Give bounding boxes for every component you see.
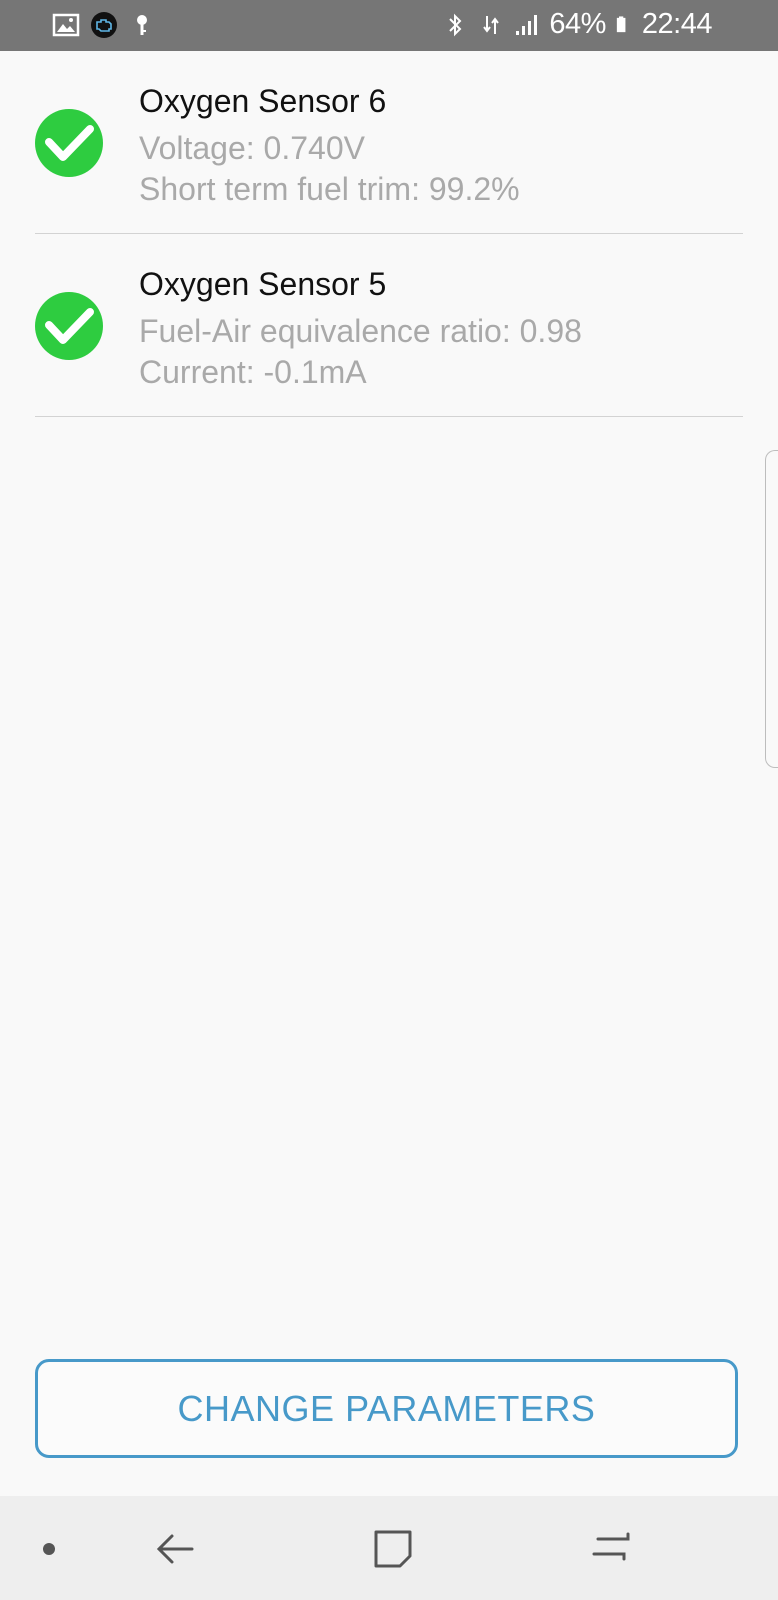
engine-icon xyxy=(91,12,117,38)
status-bar-system: 64% 22:44 xyxy=(441,8,713,41)
recents-icon[interactable] xyxy=(588,1526,634,1572)
list-item[interactable]: Oxygen Sensor 6 Voltage: 0.740V Short te… xyxy=(35,51,743,234)
change-parameters-button[interactable]: CHANGE PARAMETERS xyxy=(35,1359,738,1458)
checkmark-circle-icon xyxy=(35,292,103,360)
battery-icon xyxy=(616,15,626,32)
checkmark-circle-icon xyxy=(35,109,103,177)
status-bar: 64% 22:44 xyxy=(0,0,778,51)
sensor-reading: Voltage: 0.740V xyxy=(139,130,365,166)
sensor-title: Oxygen Sensor 5 xyxy=(139,266,387,302)
sensor-reading: Short term fuel trim: 99.2% xyxy=(139,171,520,207)
home-icon[interactable] xyxy=(370,1526,416,1572)
bluetooth-icon xyxy=(449,13,462,36)
sensor-reading: Current: -0.1mA xyxy=(139,354,367,390)
edge-panel-handle[interactable] xyxy=(765,450,778,768)
change-parameters-label: CHANGE PARAMETERS xyxy=(177,1387,596,1429)
sensor-list: Oxygen Sensor 6 Voltage: 0.740V Short te… xyxy=(0,51,778,417)
clock: 22:44 xyxy=(641,8,713,40)
battery-percentage: 64% xyxy=(549,8,606,40)
list-item[interactable]: Oxygen Sensor 5 Fuel-Air equivalence rat… xyxy=(35,234,743,417)
back-icon[interactable] xyxy=(152,1526,198,1572)
key-icon xyxy=(137,15,147,35)
image-icon xyxy=(52,13,80,37)
data-transfer-icon xyxy=(483,15,500,34)
sensor-reading: Fuel-Air equivalence ratio: 0.98 xyxy=(139,313,582,349)
status-bar-notifications xyxy=(52,11,156,39)
signal-icon xyxy=(516,14,538,35)
dot-icon[interactable] xyxy=(26,1526,72,1572)
sensor-title: Oxygen Sensor 6 xyxy=(139,83,387,119)
navigation-bar xyxy=(0,1496,778,1600)
